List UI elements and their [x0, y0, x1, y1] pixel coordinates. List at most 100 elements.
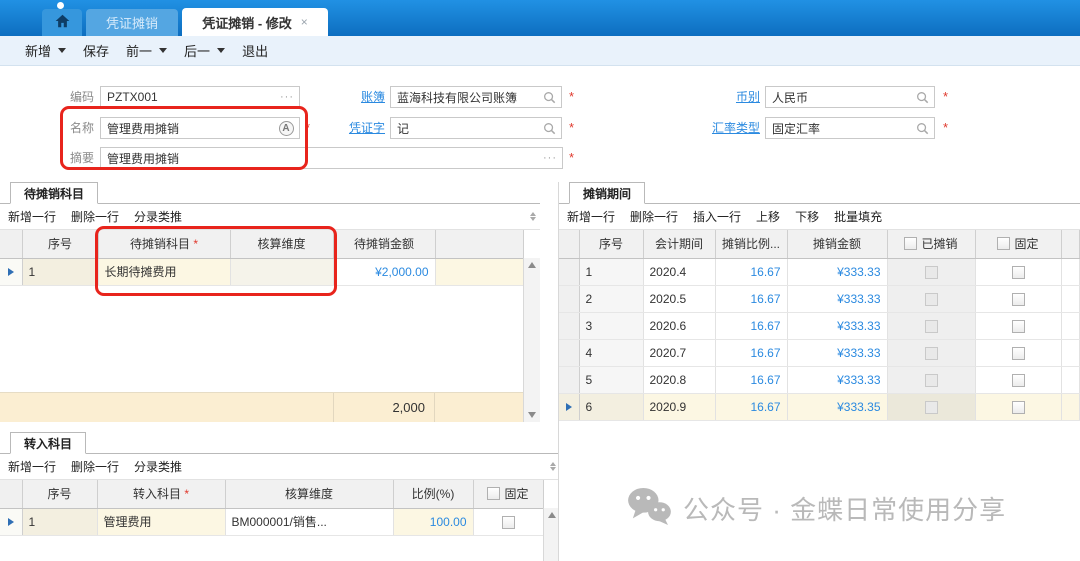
tab-amortization-periods[interactable]: 摊销期间	[569, 182, 645, 204]
move-up-button[interactable]: 上移	[756, 208, 780, 225]
close-icon[interactable]: ×	[301, 15, 308, 29]
dropdown-caret-icon[interactable]	[58, 48, 66, 53]
fixed-checkbox[interactable]	[1012, 266, 1025, 279]
amount-cell[interactable]: ¥333.33	[787, 339, 887, 366]
periods-panel-toolbar: 新增一行 删除一行 插入一行 上移 下移 批量填充	[559, 204, 1080, 230]
filler-cell	[1061, 393, 1079, 420]
new-button[interactable]: 新增	[25, 41, 66, 60]
search-icon[interactable]	[916, 118, 929, 138]
period-cell[interactable]: 2020.7	[643, 339, 715, 366]
period-cell[interactable]: 2020.8	[643, 366, 715, 393]
fixed-checkbox[interactable]	[1012, 401, 1025, 414]
dropdown-caret-icon[interactable]	[159, 48, 167, 53]
periods-table: 序号 会计期间 摊销比例... 摊销金额 已摊销 固定 1 2020.4 16.…	[559, 230, 1080, 421]
fixed-header-checkbox[interactable]	[487, 487, 500, 500]
tab-voucher-amortization[interactable]: 凭证摊销	[86, 9, 178, 36]
delete-row-button[interactable]: 删除一行	[71, 208, 119, 225]
pending-total-value: 2,000	[333, 393, 435, 422]
fixed-header-checkbox[interactable]	[997, 237, 1010, 250]
scroll-down-icon[interactable]	[528, 412, 536, 418]
book-input[interactable]	[391, 87, 561, 107]
period-cell[interactable]: 2020.4	[643, 258, 715, 285]
exit-button[interactable]: 退出	[242, 41, 268, 60]
amount-cell[interactable]: ¥2,000.00	[333, 258, 435, 285]
add-row-button[interactable]: 新增一行	[567, 208, 615, 225]
rate-type-label-link[interactable]: 汇率类型	[688, 117, 760, 139]
voucher-word-input[interactable]	[391, 118, 561, 138]
table-row[interactable]: 1 管理费用 BM000001/销售... 100.00	[0, 508, 543, 535]
fixed-checkbox[interactable]	[1012, 374, 1025, 387]
more-icon[interactable]: ···	[543, 148, 557, 168]
tab-pending-subjects[interactable]: 待摊销科目	[10, 182, 98, 204]
insert-row-button[interactable]: 插入一行	[693, 208, 741, 225]
fixed-checkbox[interactable]	[1012, 347, 1025, 360]
fixed-checkbox[interactable]	[1012, 293, 1025, 306]
tab-home[interactable]	[42, 9, 82, 36]
sort-icon[interactable]	[550, 462, 556, 471]
currency-input[interactable]	[766, 87, 934, 107]
delete-row-button[interactable]: 删除一行	[71, 458, 119, 475]
row-marker	[0, 258, 22, 285]
amount-cell[interactable]: ¥333.33	[787, 285, 887, 312]
code-input[interactable]	[101, 87, 299, 107]
ratio-cell[interactable]: 100.00	[393, 508, 473, 535]
ratio-cell[interactable]: 16.67	[715, 258, 787, 285]
row-marker-header	[0, 480, 22, 508]
ratio-cell[interactable]: 16.67	[715, 393, 787, 420]
rate-type-input[interactable]	[766, 118, 934, 138]
search-icon[interactable]	[916, 87, 929, 107]
previous-button[interactable]: 前一	[126, 41, 167, 60]
sort-icon[interactable]	[530, 212, 536, 221]
fixed-checkbox[interactable]	[1012, 320, 1025, 333]
scroll-up-icon[interactable]	[528, 262, 536, 268]
period-cell[interactable]: 2020.5	[643, 285, 715, 312]
tab-voucher-amortization-edit[interactable]: 凭证摊销 - 修改 ×	[182, 8, 328, 36]
save-button[interactable]: 保存	[83, 41, 109, 60]
search-icon[interactable]	[543, 87, 556, 107]
scroll-up-icon[interactable]	[548, 512, 556, 518]
ratio-cell[interactable]: 16.67	[715, 339, 787, 366]
seq-cell: 3	[579, 312, 643, 339]
vertical-scrollbar[interactable]	[523, 258, 540, 422]
voucher-word-label-link[interactable]: 凭证字	[313, 117, 385, 139]
voucher-word-field-box	[390, 117, 562, 139]
periods-panel-tabs: 摊销期间	[559, 182, 1080, 204]
batch-fill-button[interactable]: 批量填充	[834, 208, 882, 225]
row-marker	[559, 285, 579, 312]
amount-cell[interactable]: ¥333.33	[787, 312, 887, 339]
annotation-box-subject-columns	[95, 226, 337, 296]
tab-transfer-subjects[interactable]: 转入科目	[10, 432, 86, 454]
book-label-link[interactable]: 账簿	[325, 86, 385, 108]
period-cell[interactable]: 2020.6	[643, 312, 715, 339]
recording-dot	[57, 2, 64, 9]
amortized-header-checkbox[interactable]	[904, 237, 917, 250]
add-row-button[interactable]: 新增一行	[8, 458, 56, 475]
ratio-cell[interactable]: 16.67	[715, 285, 787, 312]
ratio-cell[interactable]: 16.67	[715, 366, 787, 393]
amount-cell[interactable]: ¥333.33	[787, 366, 887, 393]
fixed-checkbox[interactable]	[502, 516, 515, 529]
entry-analogy-button[interactable]: 分录类推	[134, 458, 182, 475]
next-button[interactable]: 后一	[184, 41, 225, 60]
dropdown-caret-icon[interactable]	[217, 48, 225, 53]
table-row-selected[interactable]: 6 2020.9 16.67 ¥333.35	[559, 393, 1079, 420]
table-row[interactable]: 5 2020.8 16.67 ¥333.33	[559, 366, 1079, 393]
ratio-cell[interactable]: 16.67	[715, 312, 787, 339]
table-row[interactable]: 4 2020.7 16.67 ¥333.33	[559, 339, 1079, 366]
table-row[interactable]: 1 2020.4 16.67 ¥333.33	[559, 258, 1079, 285]
transfer-table: 序号 转入科目 * 核算维度 比例(%) 固定 1 管理费用 BM000001/…	[0, 480, 544, 536]
amount-cell[interactable]: ¥333.35	[787, 393, 887, 420]
search-icon[interactable]	[543, 118, 556, 138]
add-row-button[interactable]: 新增一行	[8, 208, 56, 225]
currency-label-link[interactable]: 币别	[700, 86, 760, 108]
subject-cell[interactable]: 管理费用	[97, 508, 225, 535]
table-row[interactable]: 2 2020.5 16.67 ¥333.33	[559, 285, 1079, 312]
delete-row-button[interactable]: 删除一行	[630, 208, 678, 225]
table-row[interactable]: 3 2020.6 16.67 ¥333.33	[559, 312, 1079, 339]
move-down-button[interactable]: 下移	[795, 208, 819, 225]
dimension-cell[interactable]: BM000001/销售...	[225, 508, 393, 535]
more-icon[interactable]: ···	[280, 87, 294, 107]
period-cell[interactable]: 2020.9	[643, 393, 715, 420]
entry-analogy-button[interactable]: 分录类推	[134, 208, 182, 225]
amount-cell[interactable]: ¥333.33	[787, 258, 887, 285]
